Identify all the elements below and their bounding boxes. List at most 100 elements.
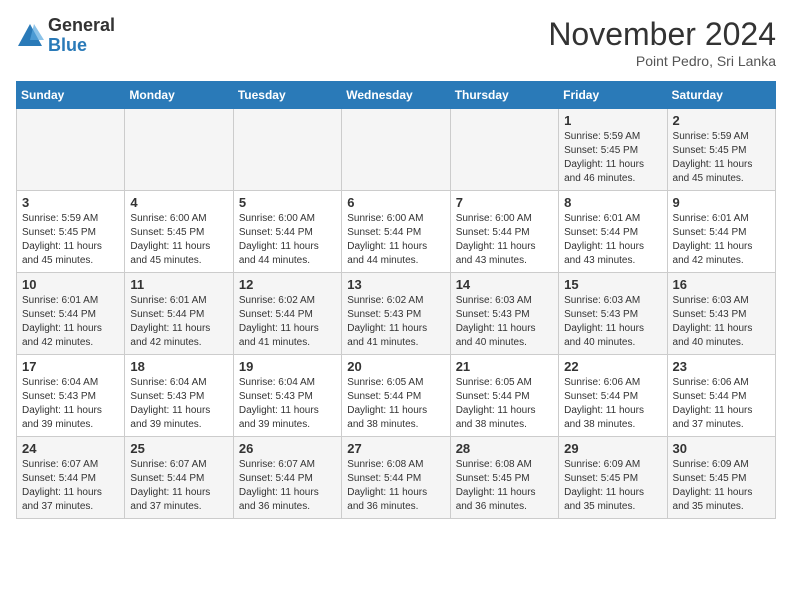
day-number: 12: [239, 277, 336, 292]
calendar-cell: 20 Sunrise: 6:05 AMSunset: 5:44 PMDayligh…: [342, 355, 450, 437]
day-detail: Sunrise: 6:01 AMSunset: 5:44 PMDaylight:…: [564, 212, 661, 268]
day-detail: Sunrise: 6:02 AMSunset: 5:44 PMDaylight:…: [239, 294, 336, 350]
weekday-header-friday: Friday: [559, 82, 667, 109]
day-number: 6: [347, 195, 444, 210]
logo-icon: [16, 22, 44, 50]
calendar-cell: 9Sunrise: 6:01 AMSunset: 5:44 PMDaylight…: [667, 191, 775, 273]
calendar-cell: 23Sunrise: 6:06 AMSunset: 5:44 PMDayligh…: [667, 355, 775, 437]
day-number: 28: [456, 441, 553, 456]
day-detail: Sunrise: 6:04 AMSunset: 5:43 PMDaylight:…: [130, 376, 227, 432]
day-detail: Sunrise: 6:07 AMSunset: 5:44 PMDaylight:…: [239, 458, 336, 514]
day-number: 8: [564, 195, 661, 210]
logo-general-label: General: [48, 16, 115, 36]
day-detail: Sunrise: 6:02 AMSunset: 5:43 PMDaylight:…: [347, 294, 444, 350]
calendar-cell: [342, 109, 450, 191]
logo-blue-label: Blue: [48, 36, 115, 56]
calendar-cell: 14 Sunrise: 6:03 AMSunset: 5:43 PMDayligh…: [450, 273, 558, 355]
calendar-cell: 24 Sunrise: 6:07 AMSunset: 5:44 PMDayligh…: [17, 437, 125, 519]
calendar-cell: 25 Sunrise: 6:07 AMSunset: 5:44 PMDayligh…: [125, 437, 233, 519]
calendar-week-row: 10 Sunrise: 6:01 AMSunset: 5:44 PMDayligh…: [17, 273, 776, 355]
calendar-cell: [17, 109, 125, 191]
day-detail: Sunrise: 6:05 AMSunset: 5:44 PMDaylight:…: [347, 376, 444, 432]
calendar-cell: 8 Sunrise: 6:01 AMSunset: 5:44 PMDaylight…: [559, 191, 667, 273]
calendar-cell: 4Sunrise: 6:00 AMSunset: 5:45 PMDaylight…: [125, 191, 233, 273]
day-detail: Sunrise: 6:00 AMSunset: 5:44 PMDaylight:…: [239, 212, 336, 268]
calendar-cell: 13Sunrise: 6:02 AMSunset: 5:43 PMDayligh…: [342, 273, 450, 355]
calendar-cell: 26Sunrise: 6:07 AMSunset: 5:44 PMDayligh…: [233, 437, 341, 519]
day-number: 1: [564, 113, 661, 128]
day-detail: Sunrise: 6:00 AMSunset: 5:45 PMDaylight:…: [130, 212, 227, 268]
calendar-cell: 12 Sunrise: 6:02 AMSunset: 5:44 PMDayligh…: [233, 273, 341, 355]
day-number: 9: [673, 195, 770, 210]
calendar-cell: 11Sunrise: 6:01 AMSunset: 5:44 PMDayligh…: [125, 273, 233, 355]
day-detail: Sunrise: 6:01 AMSunset: 5:44 PMDaylight:…: [22, 294, 119, 350]
day-detail: Sunrise: 6:00 AMSunset: 5:44 PMDaylight:…: [347, 212, 444, 268]
day-detail: Sunrise: 6:09 AMSunset: 5:45 PMDaylight:…: [564, 458, 661, 514]
location-label: Point Pedro, Sri Lanka: [548, 53, 776, 69]
day-number: 23: [673, 359, 770, 374]
day-detail: Sunrise: 6:03 AMSunset: 5:43 PMDaylight:…: [673, 294, 770, 350]
day-number: 10: [22, 277, 119, 292]
calendar-cell: 17 Sunrise: 6:04 AMSunset: 5:43 PMDayligh…: [17, 355, 125, 437]
day-detail: Sunrise: 6:06 AMSunset: 5:44 PMDaylight:…: [564, 376, 661, 432]
day-detail: Sunrise: 5:59 AMSunset: 5:45 PMDaylight:…: [22, 212, 119, 268]
calendar-table: SundayMondayTuesdayWednesdayThursdayFrid…: [16, 81, 776, 519]
weekday-header-sunday: Sunday: [17, 82, 125, 109]
month-title: November 2024: [548, 16, 776, 53]
weekday-header-row: SundayMondayTuesdayWednesdayThursdayFrid…: [17, 82, 776, 109]
day-detail: Sunrise: 6:00 AMSunset: 5:44 PMDaylight:…: [456, 212, 553, 268]
day-detail: Sunrise: 6:07 AMSunset: 5:44 PMDaylight:…: [22, 458, 119, 514]
day-number: 25: [130, 441, 227, 456]
calendar-cell: 15 Sunrise: 6:03 AMSunset: 5:43 PMDayligh…: [559, 273, 667, 355]
calendar-body: 1 Sunrise: 5:59 AMSunset: 5:45 PMDaylight…: [17, 109, 776, 519]
day-number: 3: [22, 195, 119, 210]
day-detail: Sunrise: 6:04 AMSunset: 5:43 PMDaylight:…: [239, 376, 336, 432]
calendar-cell: 16 Sunrise: 6:03 AMSunset: 5:43 PMDayligh…: [667, 273, 775, 355]
calendar-cell: 29 Sunrise: 6:09 AMSunset: 5:45 PMDayligh…: [559, 437, 667, 519]
day-number: 27: [347, 441, 444, 456]
calendar-header: SundayMondayTuesdayWednesdayThursdayFrid…: [17, 82, 776, 109]
day-number: 30: [673, 441, 770, 456]
day-number: 7: [456, 195, 553, 210]
day-number: 16: [673, 277, 770, 292]
day-detail: Sunrise: 6:05 AMSunset: 5:44 PMDaylight:…: [456, 376, 553, 432]
day-number: 20: [347, 359, 444, 374]
day-detail: Sunrise: 6:01 AMSunset: 5:44 PMDaylight:…: [130, 294, 227, 350]
calendar-cell: 10 Sunrise: 6:01 AMSunset: 5:44 PMDayligh…: [17, 273, 125, 355]
calendar-cell: [125, 109, 233, 191]
calendar-cell: 30Sunrise: 6:09 AMSunset: 5:45 PMDayligh…: [667, 437, 775, 519]
day-number: 15: [564, 277, 661, 292]
day-detail: Sunrise: 6:03 AMSunset: 5:43 PMDaylight:…: [564, 294, 661, 350]
day-number: 19: [239, 359, 336, 374]
weekday-header-tuesday: Tuesday: [233, 82, 341, 109]
day-number: 5: [239, 195, 336, 210]
day-number: 2: [673, 113, 770, 128]
day-detail: Sunrise: 5:59 AMSunset: 5:45 PMDaylight:…: [673, 130, 770, 186]
calendar-week-row: 1 Sunrise: 5:59 AMSunset: 5:45 PMDaylight…: [17, 109, 776, 191]
calendar-cell: 5 Sunrise: 6:00 AMSunset: 5:44 PMDaylight…: [233, 191, 341, 273]
day-number: 14: [456, 277, 553, 292]
calendar-cell: 3 Sunrise: 5:59 AMSunset: 5:45 PMDaylight…: [17, 191, 125, 273]
calendar-cell: 6 Sunrise: 6:00 AMSunset: 5:44 PMDaylight…: [342, 191, 450, 273]
calendar-cell: 18 Sunrise: 6:04 AMSunset: 5:43 PMDayligh…: [125, 355, 233, 437]
day-number: 18: [130, 359, 227, 374]
calendar-cell: 22 Sunrise: 6:06 AMSunset: 5:44 PMDayligh…: [559, 355, 667, 437]
day-number: 22: [564, 359, 661, 374]
day-number: 21: [456, 359, 553, 374]
day-detail: Sunrise: 6:07 AMSunset: 5:44 PMDaylight:…: [130, 458, 227, 514]
logo-text: General Blue: [48, 16, 115, 56]
calendar-cell: 27Sunrise: 6:08 AMSunset: 5:44 PMDayligh…: [342, 437, 450, 519]
title-block: November 2024 Point Pedro, Sri Lanka: [548, 16, 776, 69]
day-number: 24: [22, 441, 119, 456]
calendar-week-row: 17 Sunrise: 6:04 AMSunset: 5:43 PMDayligh…: [17, 355, 776, 437]
day-detail: Sunrise: 6:03 AMSunset: 5:43 PMDaylight:…: [456, 294, 553, 350]
weekday-header-thursday: Thursday: [450, 82, 558, 109]
calendar-cell: 19 Sunrise: 6:04 AMSunset: 5:43 PMDayligh…: [233, 355, 341, 437]
calendar-cell: 7 Sunrise: 6:00 AMSunset: 5:44 PMDaylight…: [450, 191, 558, 273]
day-detail: Sunrise: 6:04 AMSunset: 5:43 PMDaylight:…: [22, 376, 119, 432]
calendar-cell: 28Sunrise: 6:08 AMSunset: 5:45 PMDayligh…: [450, 437, 558, 519]
day-number: 29: [564, 441, 661, 456]
weekday-header-wednesday: Wednesday: [342, 82, 450, 109]
calendar-cell: 2 Sunrise: 5:59 AMSunset: 5:45 PMDaylight…: [667, 109, 775, 191]
day-number: 17: [22, 359, 119, 374]
